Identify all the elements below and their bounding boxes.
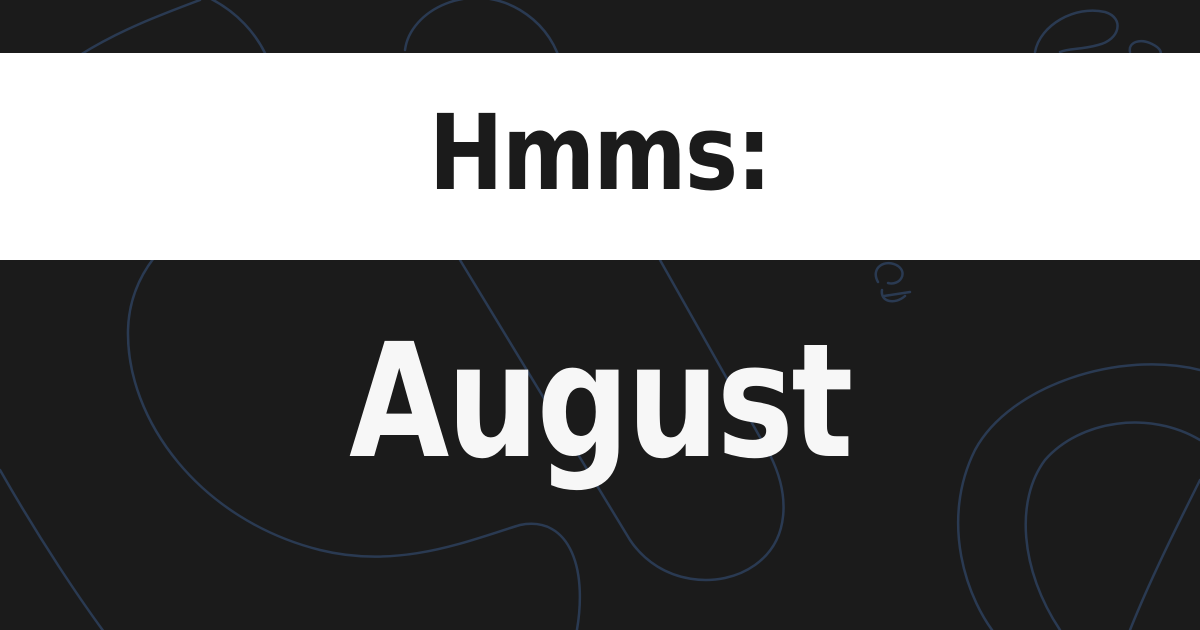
decor-line-upper-left (78, 0, 202, 57)
decor-loop-top-right (1033, 9, 1119, 54)
decor-small-loop (874, 261, 912, 303)
subtitle-area: August (0, 300, 1200, 520)
social-card: Hmms: August (0, 0, 1200, 630)
heading-subtitle: August (349, 310, 853, 494)
heading-title: Hmms: (429, 91, 772, 214)
title-band: Hmms: (0, 53, 1200, 260)
